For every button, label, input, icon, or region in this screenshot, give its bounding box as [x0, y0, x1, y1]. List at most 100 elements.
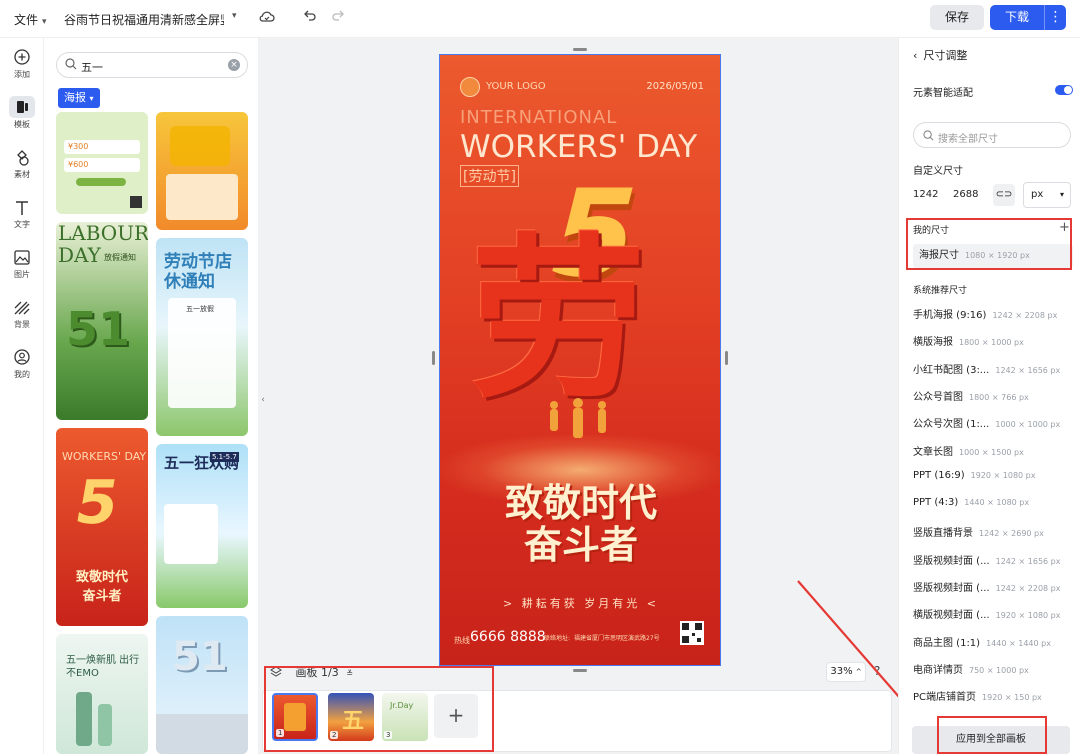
size-option[interactable]: 电商详情页 750 × 1000 px	[913, 661, 1029, 676]
resize-handle-left[interactable]	[432, 351, 435, 365]
size-name: 手机海报 (9:16)	[913, 310, 987, 321]
size-name: 电商详情页	[913, 664, 963, 676]
template-card[interactable]: LABOUR DAY 放假通知 51	[56, 222, 148, 420]
page-thumbnail-2[interactable]: 五 2	[328, 693, 374, 741]
page-number: 3	[384, 731, 393, 739]
document-title[interactable]: 谷雨节日祝福通用清新感全屏竖版...	[64, 11, 224, 28]
template-card[interactable]	[156, 112, 248, 230]
redo-icon[interactable]	[331, 9, 345, 23]
poster-date: 2026/05/01	[646, 81, 704, 92]
size-search-input[interactable]: 搜索全部尺寸	[913, 122, 1071, 148]
size-option[interactable]: 竖版直播背景 1242 × 2690 px	[913, 524, 1044, 539]
undo-icon[interactable]	[303, 9, 317, 23]
template-notice-art	[168, 298, 236, 408]
search-icon	[65, 58, 77, 70]
height-input[interactable]: 2688	[953, 184, 978, 206]
size-dimensions: 1242 × 2208 px	[995, 584, 1061, 593]
template-search-input[interactable]: 五一 ×	[56, 52, 248, 78]
poster-artboard[interactable]: YOUR LOGO 2026/05/01 INTERNATIONAL WORKE…	[439, 54, 721, 666]
template-product-art	[98, 704, 112, 746]
width-input[interactable]: 1242	[913, 184, 938, 206]
rail-item-add[interactable]: 添加	[0, 48, 44, 80]
template-card[interactable]: 劳动节店休通知 五一放假	[156, 238, 248, 436]
page-thumbnail-1[interactable]: 1	[272, 693, 318, 741]
rail-item-images[interactable]: 图片	[0, 248, 44, 280]
download-button[interactable]: 下载 ⋮	[990, 5, 1066, 30]
size-option[interactable]: 商品主图 (1:1) 1440 × 1440 px	[913, 634, 1051, 649]
resize-handle-top[interactable]	[573, 48, 587, 51]
cloud-sync-icon[interactable]	[258, 8, 276, 26]
template-panel-art	[166, 174, 238, 220]
template-number: 5	[69, 468, 124, 538]
size-option[interactable]: 文章长图 1000 × 1500 px	[913, 443, 1024, 458]
unit-select[interactable]: px ▾	[1023, 182, 1071, 208]
custom-size-label: 自定义尺寸	[913, 166, 963, 177]
thumb-art	[284, 703, 306, 731]
size-option[interactable]: 小红书配图 (3:... 1242 × 1656 px	[913, 361, 1060, 376]
size-option[interactable]: 公众号首图 1800 × 766 px	[913, 388, 1029, 403]
rail-item-mine[interactable]: 我的	[0, 348, 44, 380]
size-dimensions: 1242 × 1656 px	[995, 365, 1061, 375]
size-name: 竖版直播背景	[913, 528, 973, 540]
thumb-art: 五	[342, 709, 365, 734]
rail-item-materials[interactable]: 素材	[0, 148, 44, 180]
rail-label: 背景	[14, 320, 30, 329]
size-option[interactable]: 竖版视频封面 (... 1242 × 1656 px	[913, 552, 1061, 567]
pages-header[interactable]: 画板 1/3 ≚	[270, 664, 353, 680]
template-card[interactable]: WORKERS' DAY 5 致敬时代奋斗者	[56, 428, 148, 626]
file-menu[interactable]: 文件 ▾	[14, 11, 47, 28]
top-bar: 文件▾ 谷雨节日祝福通用清新感全屏竖版... ▾ 保存 下载 ⋮	[0, 0, 1080, 38]
template-card[interactable]: 五一焕新肌 出行不EMO	[56, 634, 148, 754]
resize-handle-bottom[interactable]	[573, 669, 587, 672]
size-dimensions: 1080 × 1920 px	[965, 251, 1030, 260]
size-option[interactable]: 手机海报 (9:16) 1242 × 2208 px	[913, 306, 1057, 321]
save-button[interactable]: 保存	[930, 5, 984, 30]
panel-header[interactable]: ‹ 尺寸调整	[913, 47, 967, 63]
collapse-panel-handle[interactable]: ‹	[258, 380, 268, 420]
size-option[interactable]: PPT (16:9) 1920 × 1080 px	[913, 470, 1035, 481]
rail-label: 我的	[14, 370, 30, 379]
resize-handle-right[interactable]	[725, 351, 728, 365]
filter-tag-poster[interactable]: 海报 ▾	[58, 88, 100, 108]
template-price: ¥300	[64, 140, 140, 154]
size-option[interactable]: 公众号次图 (1:... 1000 × 1000 px	[913, 415, 1060, 430]
size-option[interactable]: PC端店铺首页 1920 × 150 px	[913, 688, 1042, 703]
size-option[interactable]: 竖版视频封面 (... 1242 × 2208 px	[913, 579, 1061, 594]
rail-item-templates[interactable]: 模板	[0, 96, 44, 130]
size-name: PPT (16:9)	[913, 469, 965, 481]
more-options-icon[interactable]: ⋮	[1044, 5, 1066, 30]
template-card[interactable]: ¥300 ¥600	[56, 112, 148, 214]
rail-item-background[interactable]: 背景	[0, 298, 44, 330]
search-icon	[923, 130, 934, 141]
template-card[interactable]: 51	[156, 616, 248, 754]
filter-tag-label: 海报	[64, 91, 86, 104]
add-size-icon[interactable]: +	[1059, 220, 1070, 235]
apply-all-button[interactable]: 应用到全部画板	[912, 726, 1070, 754]
clear-search-icon[interactable]: ×	[228, 59, 240, 71]
shapes-icon	[17, 150, 29, 166]
template-number: 51	[66, 302, 131, 356]
title-chevron-down-icon[interactable]: ▾	[232, 11, 237, 21]
add-page-button[interactable]: +	[434, 694, 478, 738]
size-dimensions: 1000 × 1500 px	[959, 447, 1024, 457]
template-sub: 5.1-5.7	[210, 452, 239, 462]
page-thumbnail-3[interactable]: Jr.Day 3	[382, 693, 428, 741]
size-dimensions: 1242 × 1656 px	[995, 556, 1061, 566]
poster-slogan-line1: 致敬时代	[504, 481, 657, 525]
size-dimensions: 1242 × 2690 px	[979, 529, 1044, 539]
poster-motto: > 耕耘有获 岁月有光 <	[503, 597, 659, 610]
smart-fit-toggle[interactable]	[1055, 85, 1073, 95]
resize-panel: ‹ 尺寸调整 元素智能适配 搜索全部尺寸 自定义尺寸 1242 2688 ⊂⊃ p…	[898, 38, 1080, 754]
rail-item-text[interactable]: 文字	[0, 198, 44, 230]
size-option[interactable]: 横版视频封面 (... 1920 × 1080 px	[913, 606, 1061, 621]
background-pattern-icon	[14, 301, 30, 315]
template-building-art	[156, 714, 248, 754]
size-option[interactable]: 横版海报 1800 × 1000 px	[913, 333, 1024, 348]
lock-ratio-link-icon[interactable]: ⊂⊃	[993, 184, 1015, 206]
my-size-item[interactable]: 海报尺寸 1080 × 1920 px	[913, 244, 1073, 268]
poster-phone: 6666 8888	[470, 629, 546, 645]
page-number: 2	[330, 731, 339, 739]
template-card[interactable]: 五一狂欢购 5.1-5.7	[156, 444, 248, 608]
panel-title: 尺寸调整	[923, 49, 968, 62]
size-option[interactable]: PPT (4:3) 1440 × 1080 px	[913, 497, 1029, 508]
